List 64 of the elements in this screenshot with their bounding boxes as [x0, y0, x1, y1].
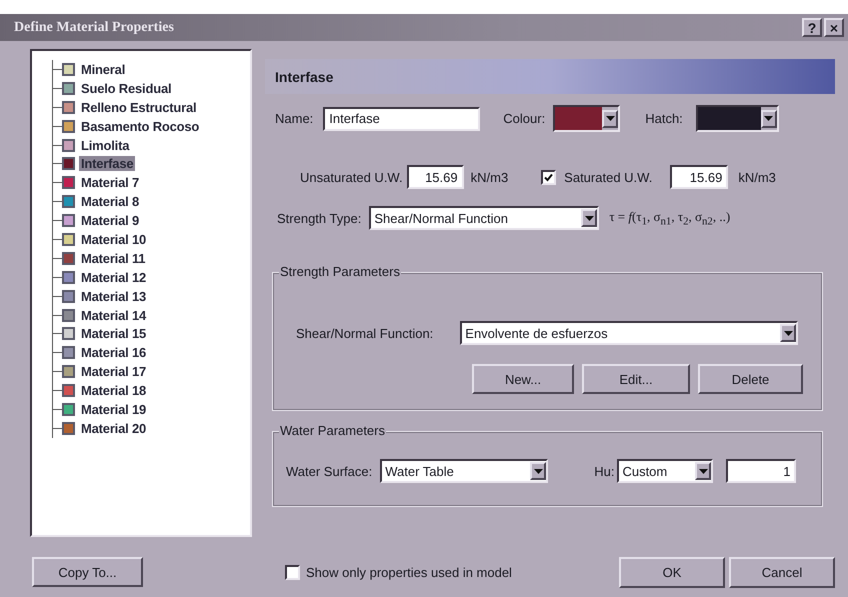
- tree-item[interactable]: Mineral: [79, 62, 128, 77]
- tree-item[interactable]: Material 18: [79, 383, 148, 398]
- tree-item[interactable]: Material 20: [79, 420, 148, 436]
- ok-button[interactable]: OK: [619, 557, 725, 588]
- window-title: Define Material Properties: [14, 20, 175, 36]
- tree-item[interactable]: Material 13: [79, 288, 148, 304]
- check-icon: [543, 172, 554, 182]
- strength-type-dropdown[interactable]: Shear/Normal Function: [369, 206, 600, 230]
- unit-label: kN/m3: [470, 170, 508, 184]
- tree-item[interactable]: Material 11: [79, 250, 148, 266]
- hatch-label: Hatch:: [645, 111, 683, 126]
- function-dropdown[interactable]: Envolvente de esfuerzos: [460, 321, 798, 345]
- group-title: Water Parameters: [279, 423, 386, 438]
- tree-item[interactable]: Material 8: [79, 194, 141, 210]
- new-button[interactable]: New...: [472, 364, 574, 394]
- strength-type-label: Strength Type:: [277, 210, 362, 226]
- formula-text: τ = f(τ$_{1}$, σ$_{n1}$, τ$_{2}$, σ$_{n2}$, ..): [609, 208, 730, 228]
- saturated-field[interactable]: 15.69: [670, 165, 728, 189]
- group-title: Strength Parameters: [279, 264, 401, 279]
- caret-icon: [698, 468, 708, 474]
- unsaturated-field[interactable]: 15.69: [406, 165, 464, 189]
- saturated-checkbox[interactable]: [541, 170, 556, 184]
- panel-title: Interfase: [275, 68, 334, 84]
- hu-field[interactable]: 1: [726, 459, 796, 483]
- colour-label: Colour:: [503, 111, 546, 126]
- tree-item[interactable]: Material 19: [79, 402, 148, 417]
- caret-icon: [764, 116, 774, 121]
- saturated-label: Saturated U.W.: [564, 170, 652, 184]
- delete-button[interactable]: Delete: [698, 364, 803, 394]
- edit-button[interactable]: Edit...: [582, 364, 690, 394]
- hatch-dropdown[interactable]: [696, 105, 779, 132]
- show-only-checkbox[interactable]: [285, 565, 300, 580]
- copy-to-button[interactable]: Copy To...: [32, 557, 143, 587]
- caret-icon: [606, 116, 615, 121]
- unit-label: kN/m3: [738, 170, 776, 184]
- colour-dropdown[interactable]: [553, 105, 620, 132]
- water-surface-dropdown[interactable]: Water Table: [380, 459, 548, 483]
- tree-item[interactable]: Basamento Rocoso: [79, 118, 202, 134]
- tree-item[interactable]: Material 16: [79, 345, 148, 360]
- tree-item[interactable]: Material 7: [79, 175, 141, 190]
- hu-dropdown[interactable]: Custom: [617, 459, 714, 483]
- function-label: Shear/Normal Function:: [296, 326, 434, 340]
- tree-item[interactable]: Limolita: [79, 138, 132, 152]
- cancel-button[interactable]: Cancel: [729, 557, 835, 588]
- tree-item[interactable]: Interfase: [79, 156, 136, 172]
- tree-item[interactable]: Material 10: [79, 232, 148, 247]
- name-label: Name:: [275, 111, 314, 126]
- tree-item[interactable]: Material 14: [79, 308, 148, 323]
- hu-label: Hu:: [594, 464, 614, 478]
- tree-item[interactable]: Suelo Residual: [79, 80, 174, 96]
- show-only-label: Show only properties used in model: [306, 565, 512, 580]
- close-button[interactable]: ×: [824, 18, 844, 37]
- tree-item[interactable]: Material 9: [79, 213, 141, 228]
- caret-icon: [534, 468, 543, 474]
- caret-icon: [584, 216, 594, 220]
- tree-item[interactable]: Material 17: [79, 364, 148, 380]
- tree-item[interactable]: Relleno Estructural: [79, 100, 198, 115]
- name-field[interactable]: Interfase: [323, 106, 480, 130]
- tree-item[interactable]: Material 15: [79, 326, 148, 342]
- help-button[interactable]: ?: [802, 18, 822, 37]
- caret-icon: [784, 330, 793, 336]
- tree-item[interactable]: Material 12: [79, 270, 148, 285]
- water-surface-label: Water Surface:: [286, 464, 372, 478]
- unsaturated-label: Unsaturated U.W.: [300, 170, 403, 184]
